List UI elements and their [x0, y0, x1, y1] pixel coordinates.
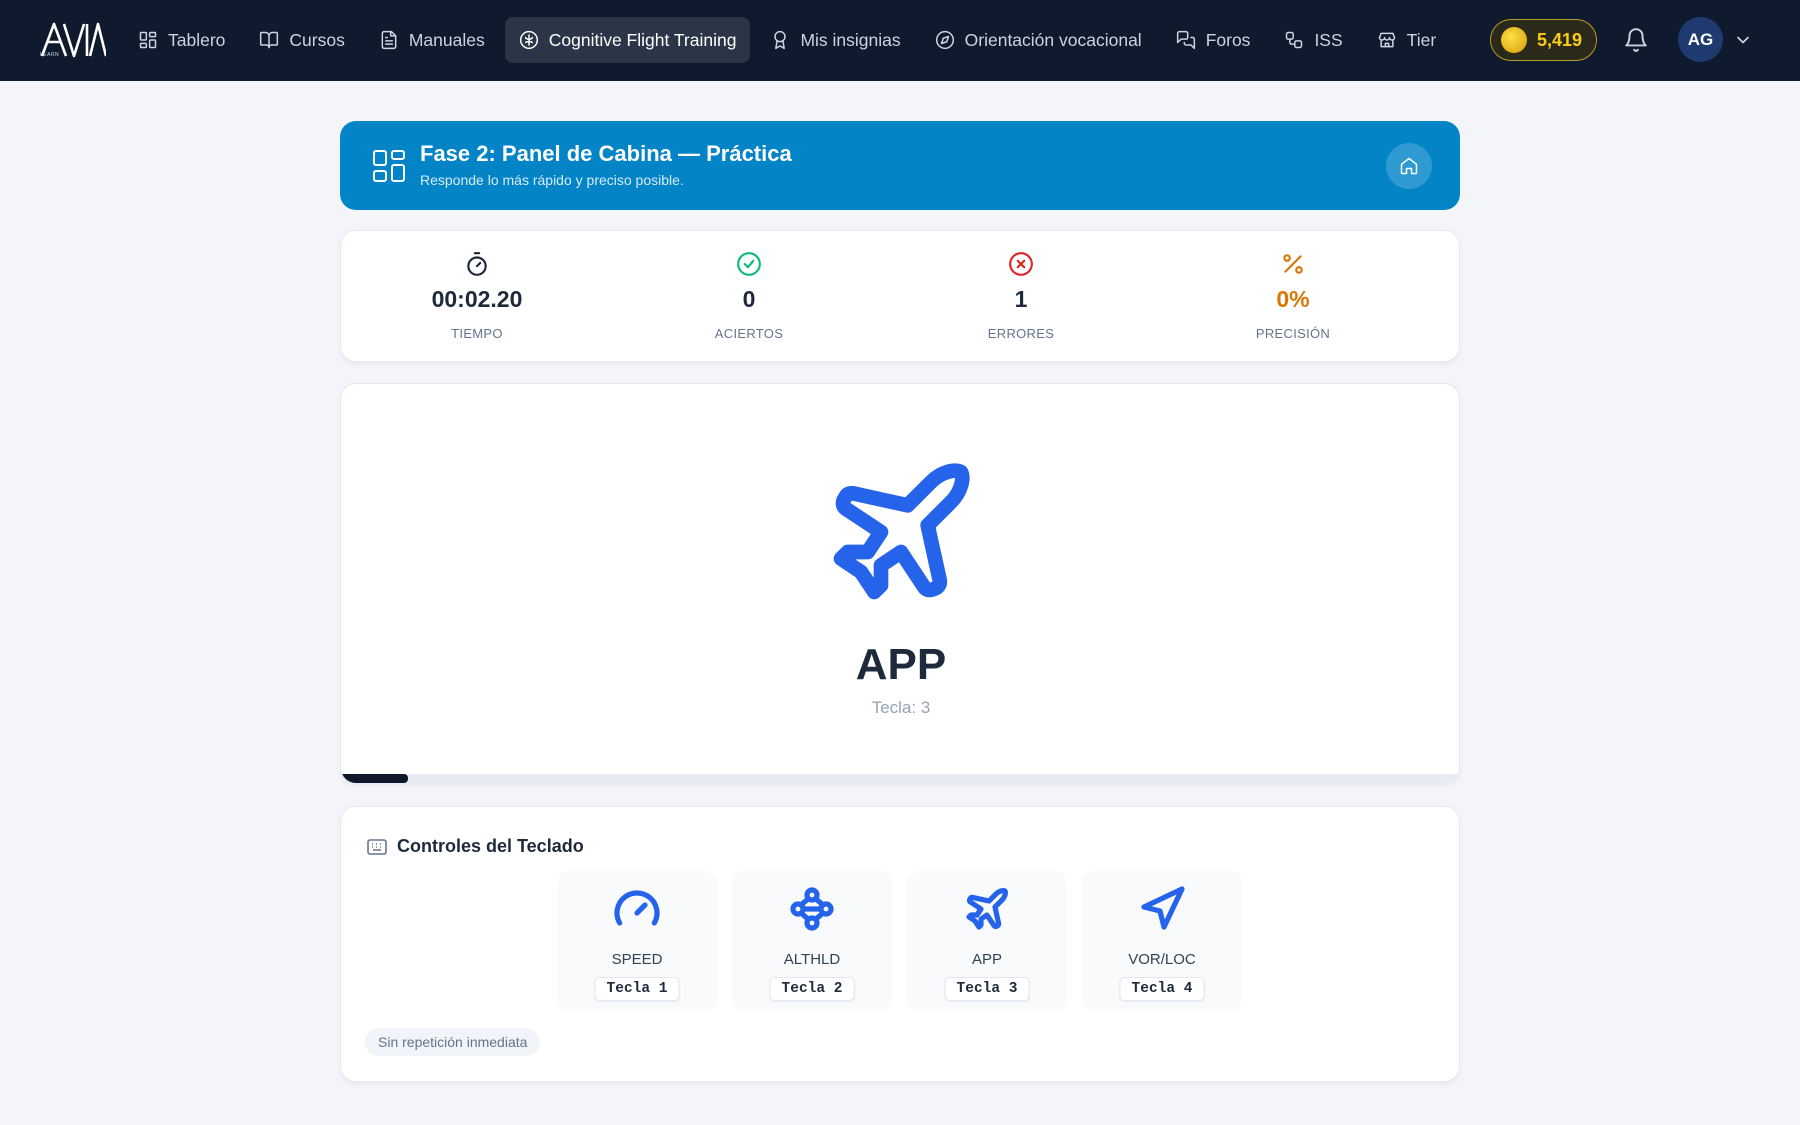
- nav-item-label: Cursos: [289, 29, 345, 50]
- x-circle-icon: [1009, 252, 1033, 276]
- stat-aciertos: 0 ACIERTOS: [613, 251, 885, 341]
- key-badge: Tecla 4: [1119, 977, 1205, 1001]
- nav-item-mis-insignias[interactable]: Mis insignias: [756, 17, 914, 63]
- coin-value: 5,419: [1537, 29, 1583, 50]
- stat-value: 0%: [1276, 286, 1310, 312]
- key-card-app[interactable]: APP Tecla 3: [907, 871, 1067, 1011]
- page-subtitle: Responde lo más rápido y preciso posible…: [420, 172, 684, 188]
- check-circle-icon: [737, 252, 761, 276]
- navigation-icon: [1141, 886, 1185, 930]
- key-name: ALTHLD: [783, 951, 841, 968]
- controls-title: Controles del Teclado: [397, 836, 584, 856]
- mode-tag: Sin repetición inmediata: [365, 1028, 541, 1056]
- stat-label: ACIERTOS: [714, 326, 784, 341]
- stimulus-label: APP: [855, 640, 947, 689]
- bell-icon[interactable]: [1623, 27, 1649, 53]
- nav-item-label: ISS: [1314, 29, 1343, 50]
- store-icon: [1378, 32, 1395, 48]
- percent-icon: [1283, 254, 1303, 274]
- nav-item-tablero[interactable]: Tablero: [124, 17, 239, 63]
- stat-value: 1: [1014, 286, 1028, 312]
- key-name: VOR/LOC: [1128, 951, 1196, 968]
- time-progress-bar: [341, 774, 1459, 783]
- stat-value: 00:02.20: [431, 286, 523, 312]
- nav-item-orientacion-vocacional[interactable]: Orientación vocacional: [921, 17, 1156, 63]
- key-badge: Tecla 1: [594, 977, 680, 1001]
- key-name: SPEED: [611, 951, 663, 968]
- nav-item-label: Tablero: [168, 29, 226, 50]
- badge-icon: [774, 30, 787, 50]
- compass-icon: [935, 30, 954, 50]
- nav-item-cognitive-flight-training[interactable]: Cognitive Flight Training: [504, 17, 751, 63]
- key-badge: Tecla 3: [944, 977, 1030, 1001]
- brain-icon: [519, 30, 538, 50]
- workflow-icon: [790, 887, 834, 931]
- key-card-speed[interactable]: SPEED Tecla 1: [557, 871, 717, 1011]
- chat-icon: [1176, 30, 1195, 50]
- nav-item-label: Manuales: [408, 29, 485, 50]
- key-card-althld[interactable]: ALTHLD Tecla 2: [732, 871, 892, 1011]
- plane-icon: [966, 888, 1008, 930]
- gauge-icon: [614, 890, 660, 926]
- keyboard-icon: [367, 839, 387, 855]
- stat-value: 0: [742, 286, 756, 312]
- book-icon: [260, 31, 279, 49]
- stopwatch-icon: [467, 252, 487, 276]
- stimulus-hint: Tecla: 3: [871, 698, 931, 717]
- key-badge: Tecla 2: [769, 977, 855, 1001]
- stat-label: ERRORES: [987, 326, 1055, 341]
- logo-subtext: LEARN: [40, 52, 60, 58]
- user-avatar[interactable]: AG: [1678, 17, 1723, 62]
- stat-errores: 1 ERRORES: [885, 251, 1157, 341]
- nav-menu: Tablero Cursos Manuales Cognitive Flight…: [124, 17, 1456, 63]
- home-icon: [1400, 157, 1418, 175]
- nav-item-label: Cognitive Flight Training: [548, 29, 737, 50]
- nav-item-iss[interactable]: ISS: [1270, 17, 1356, 63]
- network-icon: [1286, 31, 1303, 49]
- home-button[interactable]: [1386, 143, 1432, 189]
- grid-icon: [373, 150, 405, 182]
- chevron-down-icon[interactable]: [1733, 30, 1753, 50]
- key-list: SPEED Tecla 1 ALTHLD Tecla 2 APP Tecla 3…: [557, 871, 1257, 1011]
- dashboard-icon: [139, 31, 157, 49]
- nav-item-label: Foros: [1205, 29, 1251, 50]
- stat-tiempo: 00:02.20 TIEMPO: [341, 251, 613, 341]
- coin-icon: [1501, 27, 1527, 53]
- page-title: Fase 2: Panel de Cabina — Práctica: [420, 141, 792, 166]
- nav-item-label: Mis insignias: [800, 29, 901, 50]
- nav-item-label: Orientación vocacional: [964, 29, 1142, 50]
- nav-item-cursos[interactable]: Cursos: [245, 17, 358, 63]
- nav-item-tier[interactable]: Tier: [1363, 17, 1451, 63]
- nav-item-foros[interactable]: Foros: [1162, 17, 1265, 63]
- coin-balance[interactable]: 5,419: [1490, 19, 1597, 61]
- time-progress-fill: [341, 774, 409, 783]
- top-navbar: LEARN Tablero Cursos Manuales Cognitive …: [0, 0, 1800, 81]
- phase-banner: Fase 2: Panel de Cabina — Práctica Respo…: [340, 121, 1460, 210]
- nav-item-label: Tier: [1406, 29, 1437, 50]
- key-card-vor-loc[interactable]: VOR/LOC Tecla 4: [1082, 871, 1242, 1011]
- stat-label: PRECISIÓN: [1255, 326, 1331, 341]
- key-name: APP: [971, 951, 1002, 968]
- keyboard-controls-panel: Controles del Teclado SPEED Tecla 1 ALTH…: [340, 806, 1460, 1082]
- stimulus-card: APP Tecla: 3: [340, 383, 1460, 784]
- stat-label: TIEMPO: [451, 326, 503, 341]
- stat-precision: 0% PRECISIÓN: [1157, 251, 1429, 341]
- nav-item-manuales[interactable]: Manuales: [365, 17, 499, 63]
- stats-panel: 00:02.20 TIEMPO 0 ACIERTOS 1 ERRORES 0% …: [340, 230, 1460, 362]
- plane-icon: [833, 463, 970, 600]
- document-icon: [381, 30, 397, 50]
